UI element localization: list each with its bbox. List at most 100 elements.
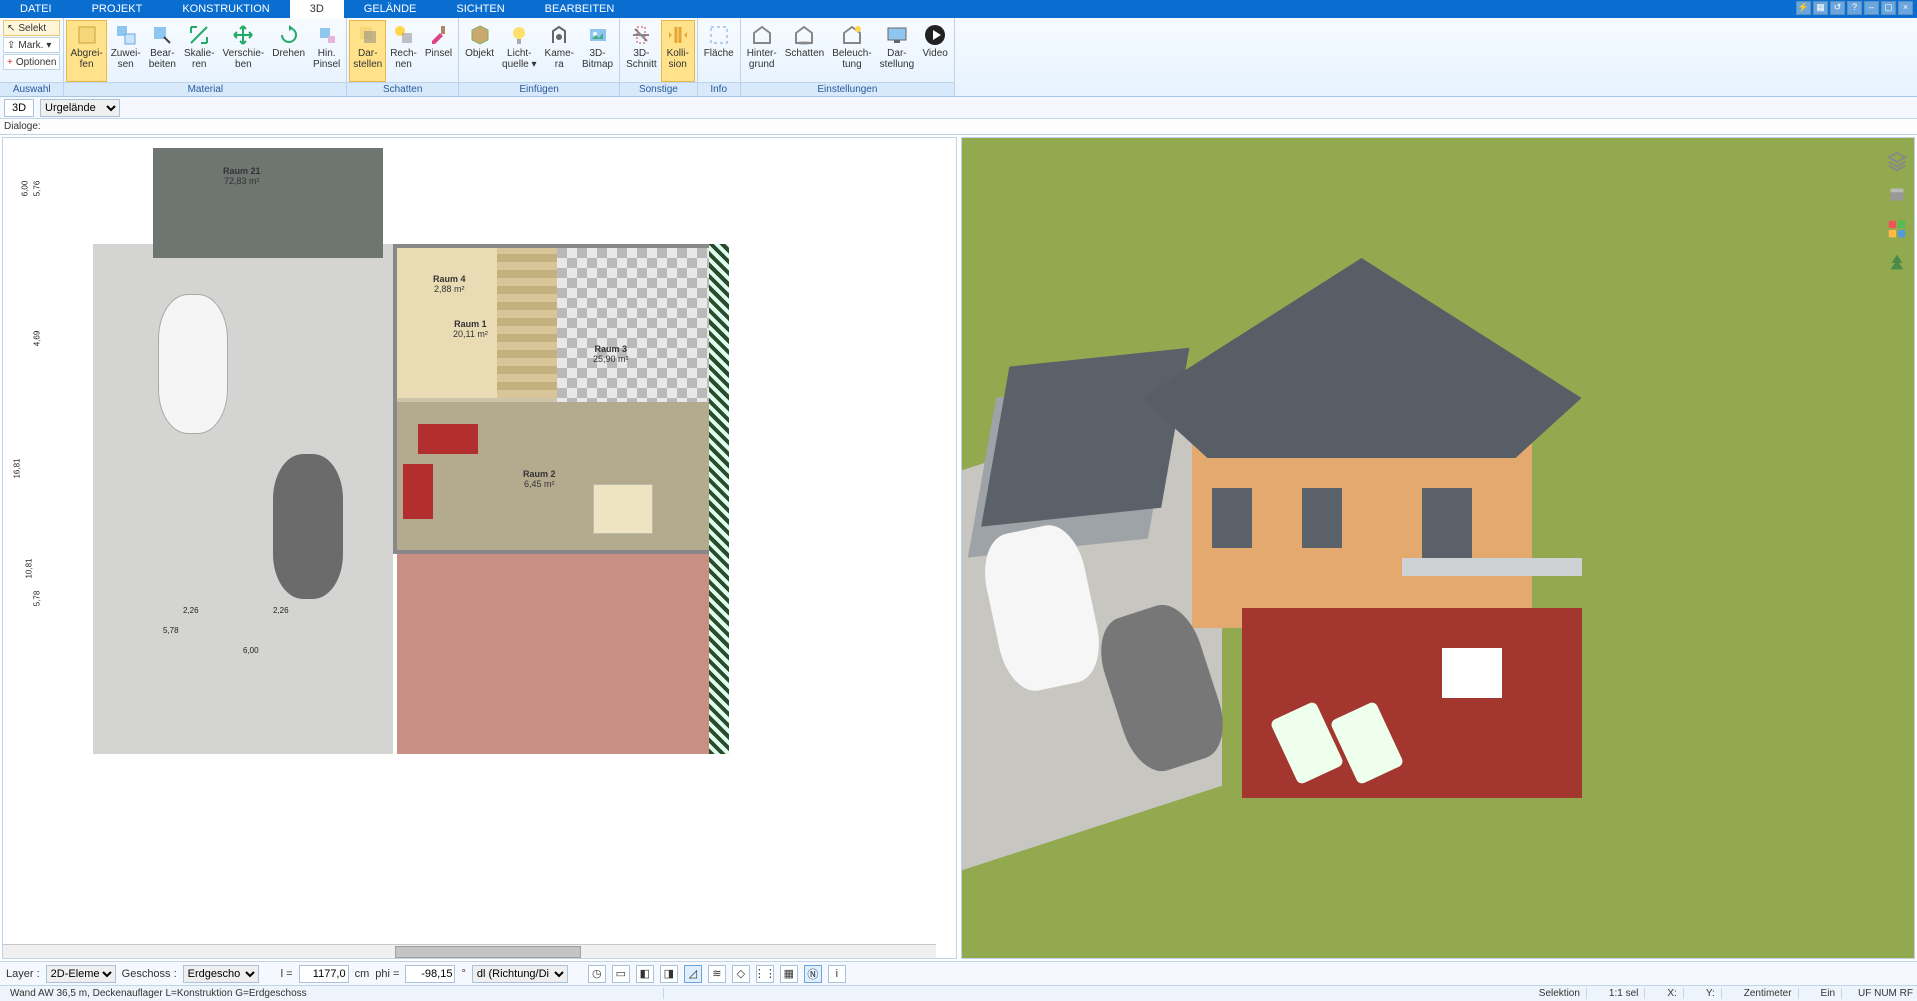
flaeche-button[interactable]: Fläche <box>700 20 738 82</box>
plus-icon: + <box>7 57 13 68</box>
kollision-button[interactable]: Kolli- sion <box>661 20 695 82</box>
bulb-icon <box>507 23 531 47</box>
maximize-icon[interactable]: ▢ <box>1881 1 1896 15</box>
status-x: X: <box>1661 988 1683 999</box>
objekt-button[interactable]: Objekt <box>461 20 498 82</box>
options-button[interactable]: +Optionen <box>3 54 60 70</box>
camera-icon <box>547 23 571 47</box>
assign-icon <box>114 23 138 47</box>
zuweisen-button[interactable]: Zuwei- sen <box>107 20 145 82</box>
length-unit: cm <box>355 968 370 980</box>
drehen-button[interactable]: Drehen <box>268 20 309 82</box>
shadow-show-icon <box>356 23 380 47</box>
snap2-icon[interactable]: ◨ <box>660 965 678 983</box>
brush-icon <box>315 23 339 47</box>
dim-left: 4,69 <box>32 331 41 347</box>
video-button[interactable]: Video <box>918 20 952 82</box>
help-icon[interactable]: ? <box>1847 1 1862 15</box>
layers-icon[interactable] <box>1886 150 1908 172</box>
layer-select[interactable]: 2D-Elemen <box>46 965 116 983</box>
viewmode-field[interactable] <box>4 99 34 117</box>
menu-tab-gelaende[interactable]: GELÄNDE <box>344 0 437 18</box>
eyedropper-icon <box>75 23 99 47</box>
bitmap-button[interactable]: 3D- Bitmap <box>578 20 617 82</box>
3d-window <box>1302 488 1342 548</box>
north-icon[interactable]: Ⓝ <box>804 965 822 983</box>
kamera-button[interactable]: Kame- ra <box>541 20 578 82</box>
hintergrund-button[interactable]: Hinter- grund <box>743 20 781 82</box>
pinsel-button[interactable]: Pinsel <box>421 20 456 82</box>
bearbeiten-button[interactable]: Bear- beiten <box>145 20 180 82</box>
3d-view[interactable] <box>961 137 1916 959</box>
status-ratio: 1:1 sel <box>1603 988 1645 999</box>
window-controls: ⚡ ▦ ↺ ? – ▢ × <box>1792 0 1917 16</box>
2d-view[interactable]: Raum 2172,83 m² Raum 42,88 m² Raum 120,1… <box>2 137 957 959</box>
context-bar: Urgelände <box>0 97 1917 119</box>
screen-icon[interactable]: ▭ <box>612 965 630 983</box>
status-cap: Ein <box>1815 988 1842 999</box>
darstellung-button[interactable]: Dar- stellung <box>876 20 918 82</box>
side-tool-palette <box>1884 150 1910 274</box>
tree-icon[interactable] <box>1886 252 1908 274</box>
dim-left: 5,78 <box>32 591 41 607</box>
hinpinsel-button[interactable]: Hin. Pinsel <box>309 20 344 82</box>
geschoss-select[interactable]: Erdgescho <box>183 965 259 983</box>
win-btn-2-icon[interactable]: ▦ <box>1813 1 1828 15</box>
win-btn-1-icon[interactable]: ⚡ <box>1796 1 1811 15</box>
minimize-icon[interactable]: – <box>1864 1 1879 15</box>
info-icon[interactable]: i <box>828 965 846 983</box>
darstellen-button[interactable]: Dar- stellen <box>349 20 386 82</box>
skalieren-button[interactable]: Skalie- ren <box>180 20 219 82</box>
abgreifen-button[interactable]: Abgrei- fen <box>66 20 106 82</box>
grid-icon[interactable]: ▦ <box>780 965 798 983</box>
snap1-icon[interactable]: ◧ <box>636 965 654 983</box>
scroll-thumb[interactable] <box>395 946 582 958</box>
menu-tab-datei[interactable]: DATEI <box>0 0 72 18</box>
menu-tab-3d[interactable]: 3D <box>290 0 344 18</box>
schnitt-button[interactable]: 3D- Schnitt <box>622 20 661 82</box>
menu-tab-konstruktion[interactable]: KONSTRUKTION <box>162 0 289 18</box>
menu-tab-bearbeiten[interactable]: BEARBEITEN <box>525 0 635 18</box>
snap-angle-icon[interactable]: ◿ <box>684 965 702 983</box>
verschieben-button[interactable]: Verschie- ben <box>219 20 269 82</box>
group-label: Sonstige <box>620 82 697 96</box>
scrollbar-horizontal[interactable] <box>3 944 936 958</box>
edit-icon <box>150 23 174 47</box>
mode-select[interactable]: dl (Richtung/Di <box>472 965 568 983</box>
bottom-toolbar: Layer : 2D-Elemen Geschoss : Erdgescho l… <box>0 961 1917 985</box>
paint-icon <box>427 23 451 47</box>
clock-icon[interactable]: ◷ <box>588 965 606 983</box>
snap-diamond-icon[interactable]: ◇ <box>732 965 750 983</box>
furniture-icon[interactable] <box>1886 184 1908 206</box>
win-btn-3-icon[interactable]: ↺ <box>1830 1 1845 15</box>
beleuchtung-button[interactable]: Beleuch- tung <box>828 20 875 82</box>
terrain-select[interactable]: Urgelände <box>40 99 120 117</box>
3d-table <box>1442 648 1502 698</box>
rechnen-button[interactable]: Rech- nen <box>386 20 421 82</box>
close-icon[interactable]: × <box>1898 1 1913 15</box>
menu-tab-projekt[interactable]: PROJEKT <box>72 0 163 18</box>
dim-left: 5,76 <box>32 181 41 197</box>
select-button[interactable]: ↖Selekt <box>3 20 60 36</box>
menu-tab-sichten[interactable]: SICHTEN <box>436 0 524 18</box>
lighting-icon <box>840 23 864 47</box>
ribbon-group-schatten: Dar- stellen Rech- nen Pinsel Schatten <box>347 18 459 96</box>
3d-window <box>1422 488 1472 558</box>
move-icon <box>231 23 255 47</box>
mark-button[interactable]: ⇪Mark. ▾ <box>3 37 60 53</box>
phi-input[interactable] <box>405 965 455 983</box>
room3-label: Raum 325,90 m² <box>593 344 629 364</box>
shadow-settings-icon <box>792 23 816 47</box>
plan-table <box>593 484 653 534</box>
status-unit: Zentimeter <box>1738 988 1799 999</box>
palette-icon[interactable] <box>1886 218 1908 240</box>
dim-bottom: 5,78 <box>163 626 179 635</box>
snap-dots-icon[interactable]: ⋮⋮ <box>756 965 774 983</box>
floor-plan: Raum 2172,83 m² Raum 42,88 m² Raum 120,1… <box>63 144 916 952</box>
plan-garage <box>153 148 383 258</box>
schatten-settings-button[interactable]: Schatten <box>781 20 828 82</box>
length-input[interactable] <box>299 965 349 983</box>
snap-wave-icon[interactable]: ≋ <box>708 965 726 983</box>
licht-button[interactable]: Licht- quelle ▾ <box>498 20 541 82</box>
plan-room3 <box>557 248 709 418</box>
